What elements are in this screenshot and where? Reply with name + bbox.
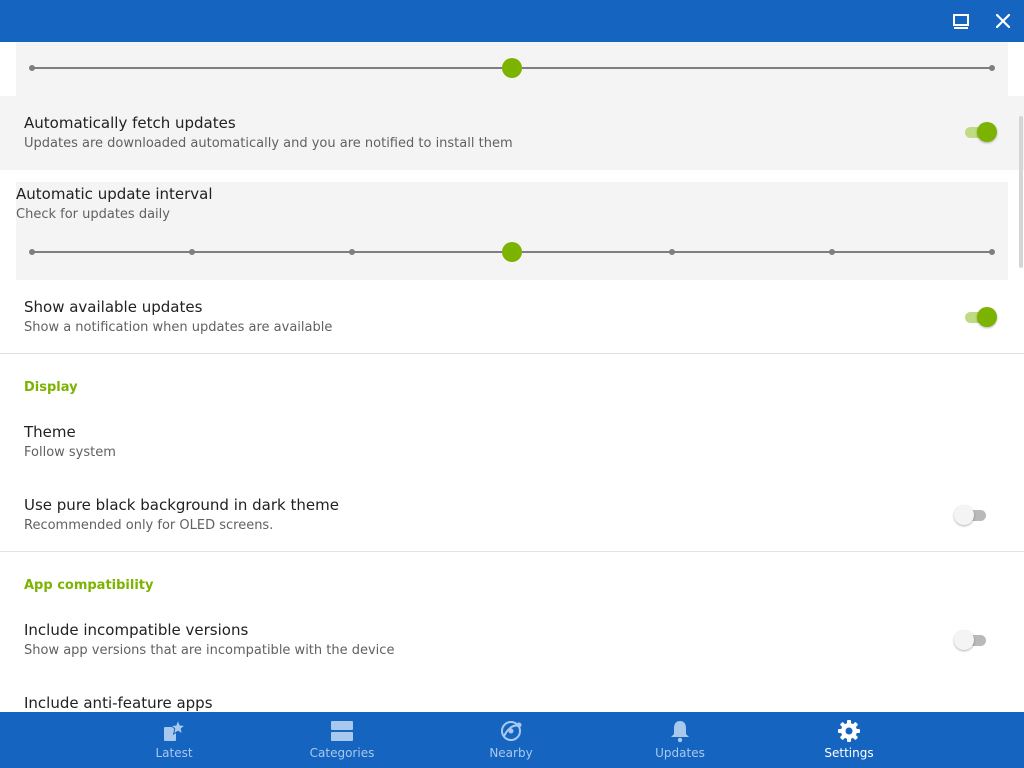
close-icon[interactable] (992, 10, 1014, 32)
auto-fetch-switch[interactable] (963, 121, 999, 143)
nav-label-settings: Settings (824, 746, 874, 760)
auto-fetch-summary: Updates are downloaded automatically and… (24, 136, 513, 151)
display-section-header: Display (24, 380, 78, 395)
incompatible-versions-title: Include incompatible versions (24, 621, 249, 639)
section-divider (0, 353, 1024, 354)
update-interval-slider[interactable] (29, 242, 995, 262)
update-interval-title: Automatic update interval (16, 185, 213, 203)
nav-label-updates: Updates (655, 746, 705, 760)
nav-label-categories: Categories (309, 746, 375, 760)
slider-tick (348, 249, 355, 255)
section-divider (0, 551, 1024, 552)
slider-tick (29, 65, 35, 71)
slider-tick (829, 249, 835, 255)
switch-thumb (977, 122, 997, 142)
slider-tick (188, 249, 195, 255)
update-interval-summary: Check for updates daily (16, 207, 170, 222)
window-titlebar (0, 0, 1024, 42)
slider-thumb[interactable] (502, 58, 522, 78)
categories-icon (330, 719, 354, 743)
auto-fetch-title: Automatically fetch updates (24, 114, 236, 132)
latest-icon (162, 718, 187, 743)
slider-thumb[interactable] (502, 242, 522, 262)
nearby-icon (499, 719, 523, 743)
show-available-summary: Show a notification when updates are ava… (24, 320, 333, 335)
pure-black-title: Use pure black background in dark theme (24, 496, 339, 514)
pure-black-summary: Recommended only for OLED screens. (24, 518, 274, 533)
bottom-navigation: Latest Categories Nearby Updates Setting… (0, 712, 1024, 768)
nav-item-settings[interactable]: Settings (779, 712, 919, 768)
pure-black-switch[interactable] (954, 504, 990, 526)
slider-tick (989, 249, 995, 255)
theme-title[interactable]: Theme (24, 423, 76, 441)
auto-fetch-updates-row[interactable] (0, 96, 1024, 170)
switch-thumb (954, 630, 974, 650)
nav-item-categories[interactable]: Categories (272, 712, 412, 768)
incompatible-versions-switch[interactable] (954, 629, 990, 651)
switch-thumb (954, 505, 974, 525)
nav-item-latest[interactable]: Latest (104, 712, 244, 768)
nav-label-nearby: Nearby (489, 746, 533, 760)
anti-feature-apps-title[interactable]: Include anti-feature apps (24, 694, 213, 712)
slider-tick (29, 249, 35, 255)
show-available-switch[interactable] (963, 306, 999, 328)
switch-thumb (977, 307, 997, 327)
updates-bell-icon (668, 719, 692, 743)
maximize-icon[interactable] (950, 10, 972, 32)
settings-gear-icon (837, 719, 861, 743)
scrollbar[interactable] (1019, 116, 1023, 268)
incompatible-versions-summary: Show app versions that are incompatible … (24, 643, 395, 658)
previous-slider[interactable] (29, 58, 995, 78)
slider-tick (989, 65, 995, 71)
nav-item-updates[interactable]: Updates (610, 712, 750, 768)
app-compatibility-section-header: App compatibility (24, 578, 154, 593)
show-available-title: Show available updates (24, 298, 203, 316)
nav-label-latest: Latest (155, 746, 193, 760)
theme-summary: Follow system (24, 445, 116, 460)
settings-list[interactable]: Automatically fetch updates Updates are … (0, 42, 1024, 712)
nav-item-nearby[interactable]: Nearby (441, 712, 581, 768)
slider-tick (668, 249, 675, 255)
